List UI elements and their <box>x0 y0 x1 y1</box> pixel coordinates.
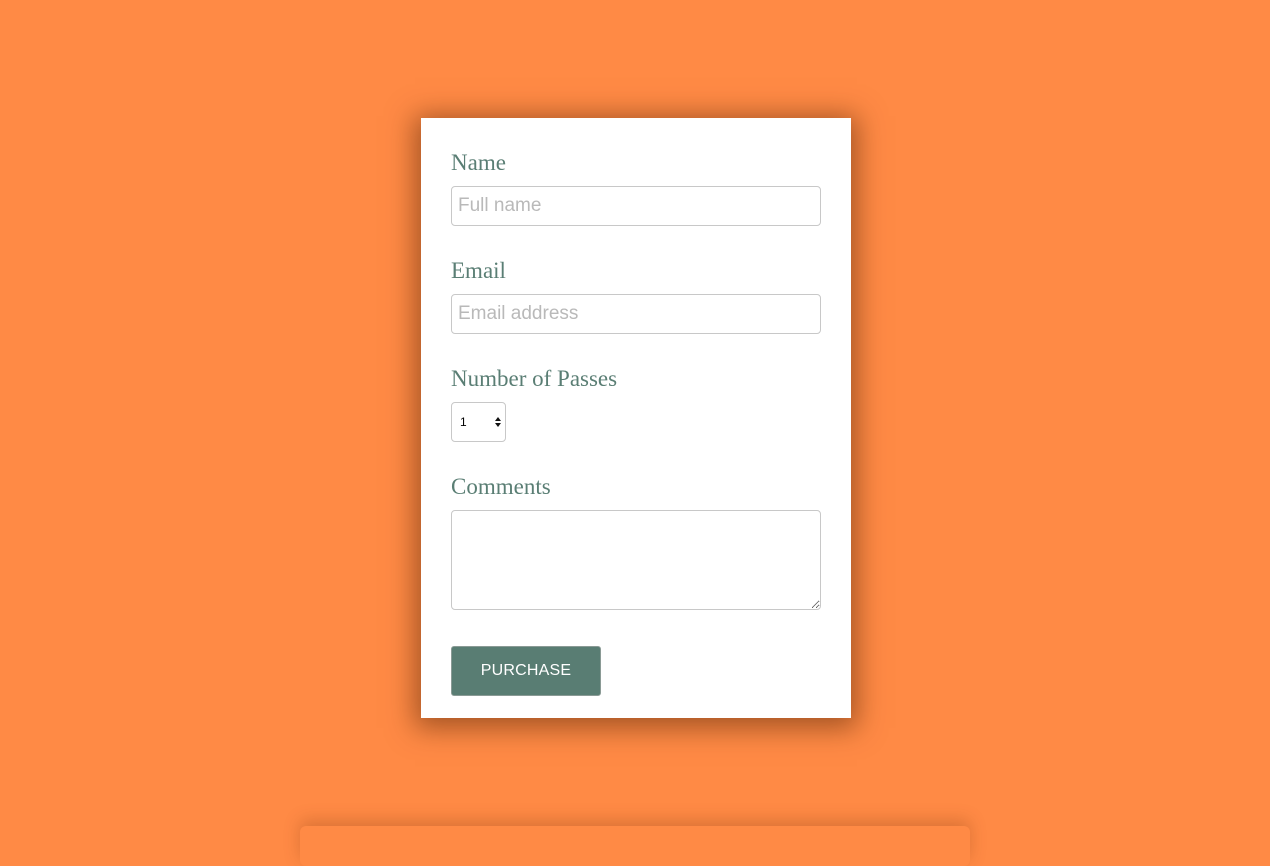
comments-textarea[interactable] <box>451 510 821 610</box>
passes-select-wrapper: 1 <box>451 402 506 442</box>
passes-label: Number of Passes <box>451 366 618 391</box>
email-input[interactable] <box>451 294 821 334</box>
comments-label: Comments <box>451 474 551 499</box>
background-shadow-strip <box>300 826 970 866</box>
passes-select[interactable]: 1 <box>451 402 506 442</box>
email-label: Email <box>451 258 506 283</box>
name-label: Name <box>451 150 506 175</box>
name-input[interactable] <box>451 186 821 226</box>
purchase-button[interactable]: PURCHASE <box>451 646 601 696</box>
purchase-form-card: Name Email Number of Passes 1 Comments P… <box>421 118 851 718</box>
